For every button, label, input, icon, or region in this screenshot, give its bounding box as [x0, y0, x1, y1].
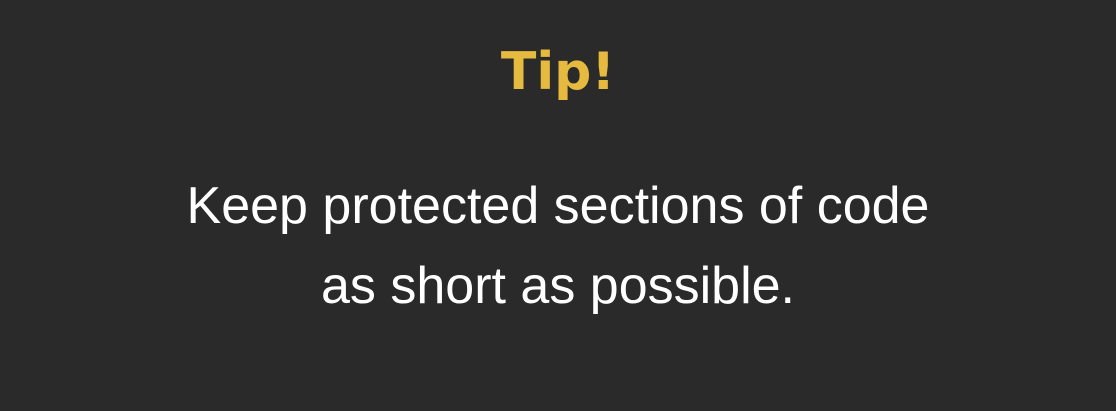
tip-message-line-2: as short as possible. — [320, 257, 796, 315]
tip-message-line-1: Keep protected sections of code — [186, 177, 930, 235]
tip-message: Keep protected sections of code as short… — [0, 166, 1116, 326]
tip-slide: Tip! Keep protected sections of code as … — [0, 0, 1116, 411]
tip-title: Tip! — [500, 42, 616, 102]
